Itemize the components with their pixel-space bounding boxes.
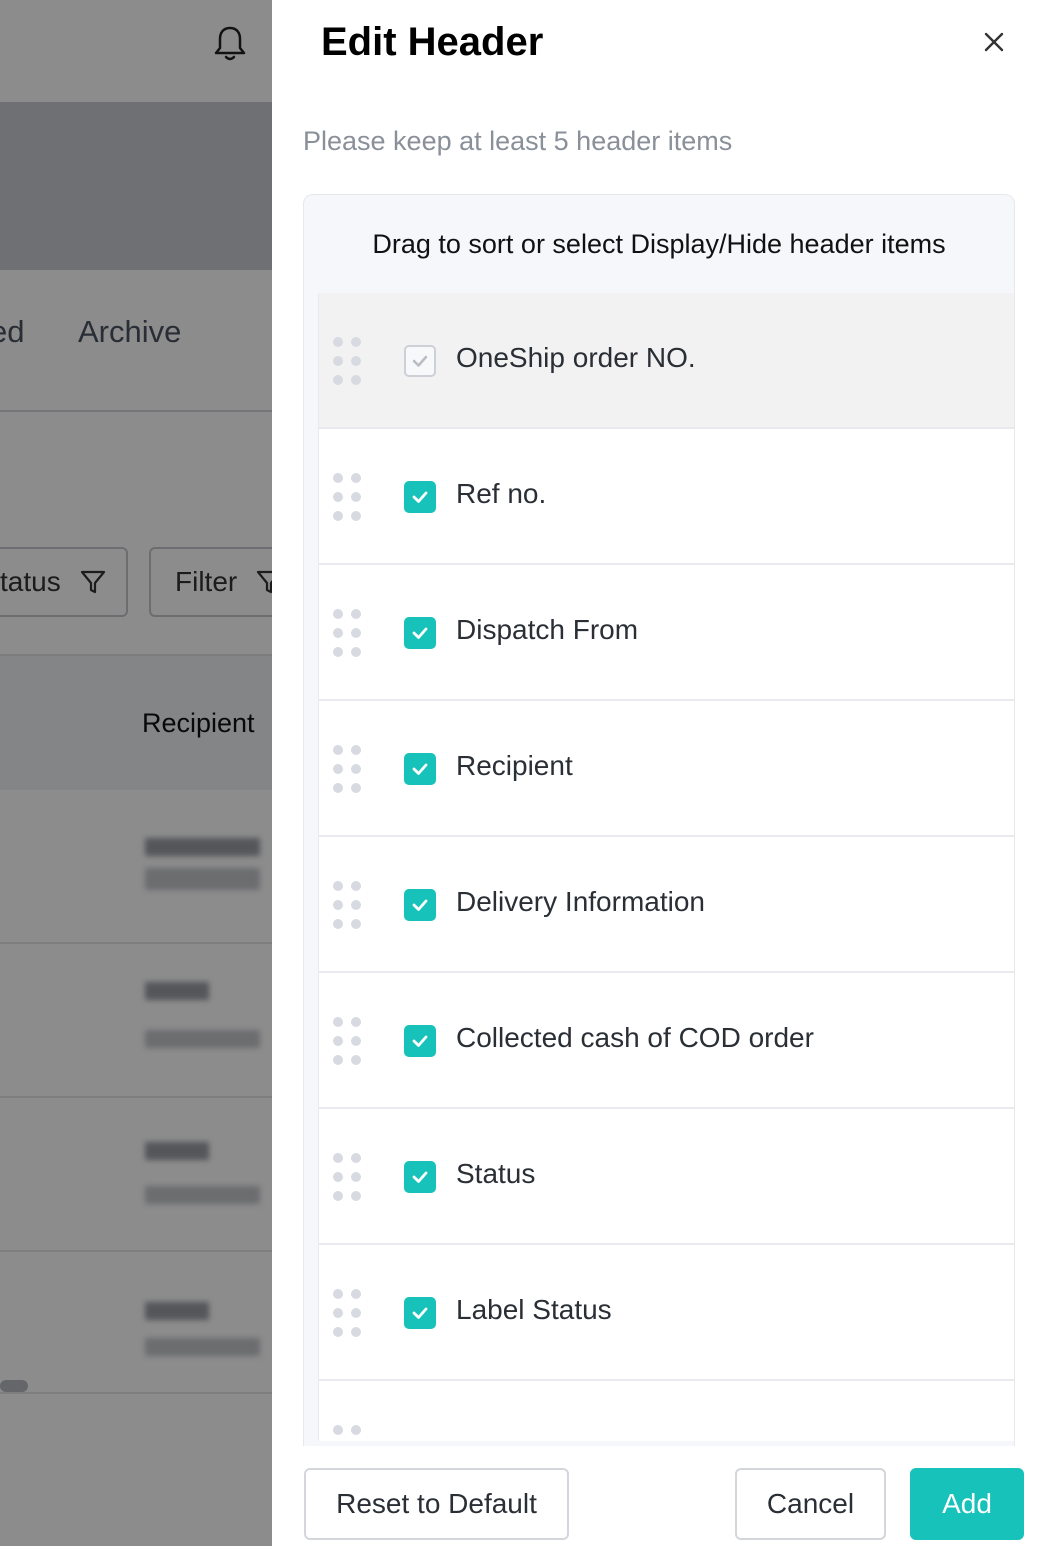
- header-item-label: Label Status: [456, 1294, 612, 1325]
- drag-handle-icon[interactable]: [333, 1425, 363, 1447]
- drag-handle-icon[interactable]: [333, 1017, 363, 1065]
- drag-handle-icon[interactable]: [333, 881, 363, 929]
- check-icon: [412, 899, 428, 911]
- checkbox[interactable]: [404, 481, 436, 513]
- edit-header-drawer: Edit Header Please keep at least 5 heade…: [272, 0, 1044, 1546]
- header-item-label: Recipient: [456, 750, 573, 781]
- drawer-title: Edit Header: [321, 20, 544, 64]
- header-item-status[interactable]: Status: [318, 1109, 1014, 1245]
- cancel-button[interactable]: Cancel: [735, 1468, 886, 1540]
- checkbox[interactable]: [404, 1297, 436, 1329]
- check-icon: [412, 1171, 428, 1183]
- checkbox[interactable]: [404, 1025, 436, 1057]
- check-icon: [412, 355, 428, 367]
- header-item-label: Collected cash of COD order: [456, 1022, 814, 1053]
- check-icon: [412, 491, 428, 503]
- checkbox: [404, 345, 436, 377]
- check-icon: [412, 1035, 428, 1047]
- checkbox[interactable]: [404, 889, 436, 921]
- checkbox[interactable]: [404, 617, 436, 649]
- hint-text: Please keep at least 5 header items: [303, 126, 733, 156]
- header-item-label: Dispatch From: [456, 614, 639, 645]
- drag-handle-icon[interactable]: [333, 1153, 363, 1201]
- drag-handle-icon[interactable]: [333, 473, 363, 521]
- instruction-text: Drag to sort or select Display/Hide head…: [372, 228, 946, 259]
- drag-handle-icon[interactable]: [333, 337, 363, 385]
- checkbox[interactable]: [404, 1161, 436, 1193]
- drag-handle-icon[interactable]: [333, 745, 363, 793]
- header-item-recipient[interactable]: Recipient: [318, 701, 1014, 837]
- check-icon: [412, 627, 428, 639]
- drag-handle-icon[interactable]: [333, 609, 363, 657]
- modal-overlay[interactable]: [0, 0, 272, 1546]
- header-item-delivery-information[interactable]: Delivery Information: [318, 837, 1014, 973]
- check-icon: [412, 1307, 428, 1319]
- drawer-footer: Reset to Default Cancel Add: [272, 1446, 1044, 1546]
- reset-to-default-button[interactable]: Reset to Default: [304, 1468, 569, 1540]
- header-item-collected-cash-cod[interactable]: Collected cash of COD order: [318, 973, 1014, 1109]
- header-item-label-status[interactable]: Label Status: [318, 1245, 1014, 1381]
- header-item-ref-no[interactable]: Ref no.: [318, 429, 1014, 565]
- header-items-panel: Drag to sort or select Display/Hide head…: [303, 194, 1015, 1447]
- add-button[interactable]: Add: [910, 1468, 1024, 1540]
- header-item-dispatch-from[interactable]: Dispatch From: [318, 565, 1014, 701]
- background-page: ed Archive tatus Filter Recipient: [0, 0, 272, 1546]
- drag-handle-icon[interactable]: [333, 1289, 363, 1337]
- close-icon[interactable]: [978, 26, 1010, 58]
- header-items-list: OneShip order NO. Ref no. Dispatch From: [318, 293, 1014, 1441]
- header-item-label: Ref no.: [456, 478, 547, 509]
- header-item-oneship-order-no[interactable]: OneShip order NO.: [318, 293, 1014, 429]
- check-icon: [412, 763, 428, 775]
- checkbox[interactable]: [404, 753, 436, 785]
- header-item-label: Delivery Information: [456, 886, 705, 917]
- header-item-label: Status: [456, 1158, 536, 1189]
- header-item-label: OneShip order NO.: [456, 342, 696, 373]
- header-item-next[interactable]: [318, 1381, 1014, 1441]
